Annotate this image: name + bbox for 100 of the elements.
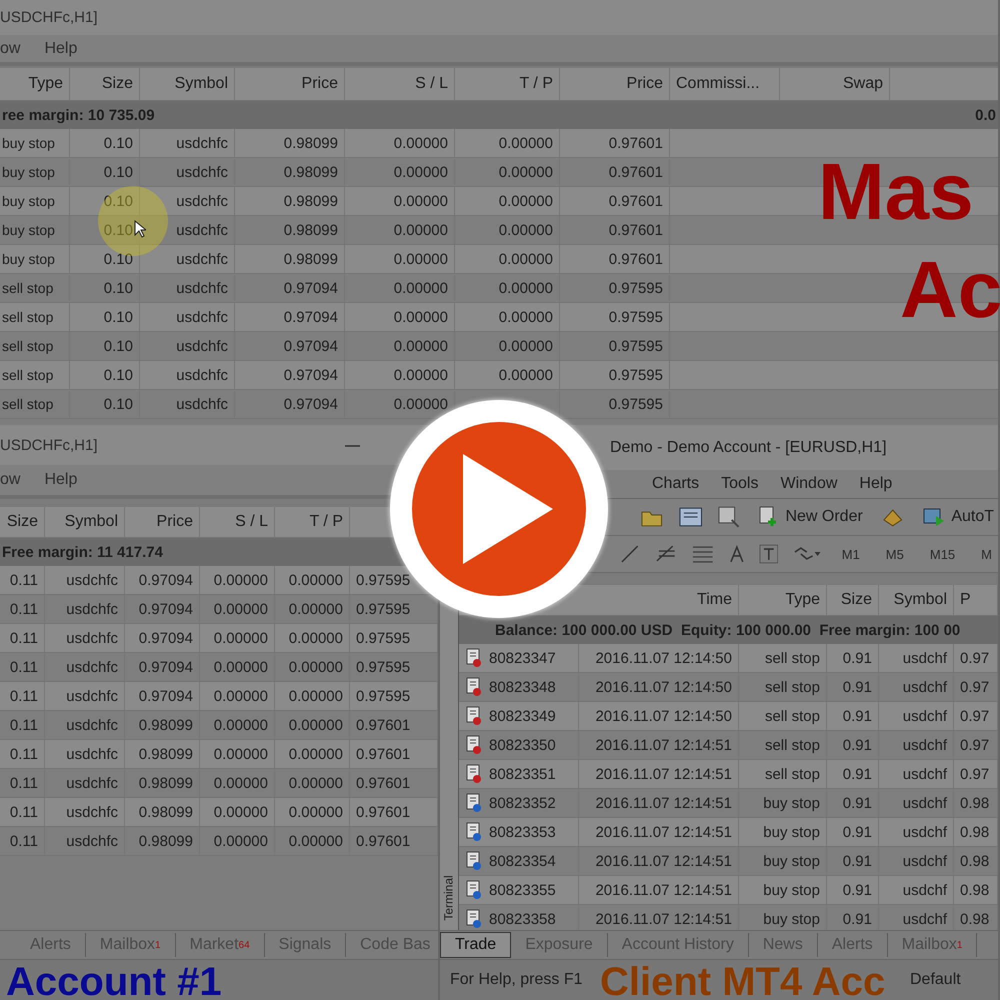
column-header[interactable]: Symbol <box>894 591 947 609</box>
column-header[interactable]: Price <box>125 507 200 537</box>
menu-item[interactable]: Tools <box>721 475 758 493</box>
table-cell: 0.97601 <box>560 245 670 273</box>
order-icon <box>465 677 483 697</box>
menu-item[interactable]: ow <box>0 40 20 58</box>
timeframe-button[interactable]: M1 <box>836 544 866 564</box>
table-cell: 80823350 <box>489 736 556 754</box>
table-cell: 0.11 <box>0 566 45 594</box>
table-cell: 0.00000 <box>275 711 350 739</box>
minimize-button[interactable]: — <box>345 436 360 454</box>
column-header[interactable]: T / P <box>455 68 560 100</box>
column-header[interactable]: Symbol <box>140 68 235 100</box>
order-icon <box>465 648 483 668</box>
column-header[interactable]: Price <box>235 68 345 100</box>
table-cell: 0.00000 <box>200 798 275 826</box>
status-text: Default <box>909 971 962 989</box>
table-cell: 0.98099 <box>125 798 200 826</box>
column-header[interactable]: Time <box>697 591 732 609</box>
table-cell: 0.91 <box>827 731 879 759</box>
table-cell: 0.00000 <box>345 361 455 389</box>
table-cell: 0.00000 <box>345 303 455 331</box>
overlay-caption: Client MT4 Acc <box>600 962 886 1000</box>
column-header[interactable]: Commissi... <box>670 68 780 100</box>
order-icon <box>465 735 483 755</box>
table-cell: 0.91 <box>827 760 879 788</box>
menu-item[interactable]: Window <box>780 475 838 493</box>
menu-item[interactable]: Help <box>44 471 78 489</box>
table-cell: 2016.11.07 12:14:51 <box>579 760 739 788</box>
table-cell: 0.00000 <box>455 158 560 186</box>
column-header[interactable]: P <box>960 591 971 609</box>
table-cell: 0.00000 <box>345 216 455 244</box>
table-cell: 0.98 <box>954 818 998 846</box>
table-cell: 0.97094 <box>235 332 345 360</box>
timeframe-button[interactable]: M5 <box>880 544 910 564</box>
column-header[interactable]: S / L <box>345 68 455 100</box>
table-cell: 2016.11.07 12:14:51 <box>579 789 739 817</box>
table-cell: 0.00000 <box>200 653 275 681</box>
table-cell: 0.00000 <box>275 653 350 681</box>
table-cell: 0.11 <box>0 769 45 797</box>
table-cell: 0.00000 <box>275 566 350 594</box>
menu-item[interactable]: ow <box>0 471 20 489</box>
table-cell: 0.97094 <box>125 566 200 594</box>
table-cell: usdchfc <box>140 245 235 273</box>
table-cell: 0.98099 <box>125 740 200 768</box>
column-header[interactable]: Size <box>840 591 872 609</box>
order-icon <box>465 706 483 726</box>
column-header[interactable]: Type <box>785 591 820 609</box>
table-cell: 0.10 <box>70 129 140 157</box>
table-cell: 0.00000 <box>345 129 455 157</box>
table-cell: 80823355 <box>489 882 556 898</box>
table-cell: 0.11 <box>0 798 45 826</box>
column-header[interactable]: Size <box>0 507 45 537</box>
table-cell: 2016.11.07 12:14:51 <box>579 876 739 904</box>
table-cell: 0.97601 <box>350 827 438 855</box>
timeframe-button[interactable]: M15 <box>924 544 962 564</box>
table-cell: 0.97595 <box>560 274 670 302</box>
table-cell: usdchfc <box>45 798 125 826</box>
table-cell: buy stop <box>0 245 70 273</box>
table-cell: 0.11 <box>0 595 45 623</box>
column-header[interactable]: T / P <box>275 507 350 537</box>
table-cell: 80823348 <box>489 678 556 696</box>
column-header[interactable]: S / L <box>200 507 275 537</box>
table-cell: 0.00000 <box>200 624 275 652</box>
table-cell: 0.97094 <box>125 653 200 681</box>
window-title: Demo - Demo Account - [EURUSD,H1] <box>610 438 887 456</box>
table-cell: sell stop <box>739 673 827 701</box>
table-cell: sell stop <box>739 644 827 672</box>
text-tool-icon <box>728 545 745 563</box>
menu-item[interactable]: Charts <box>652 475 700 493</box>
table-cell: 0.11 <box>0 740 45 768</box>
table-cell: 0.97595 <box>560 361 670 389</box>
column-header[interactable]: Type <box>0 68 70 100</box>
column-header[interactable]: Swap <box>780 68 890 100</box>
table-cell: 80823358 <box>489 910 556 928</box>
table-cell: 0.10 <box>70 390 140 418</box>
table-cell: usdchfc <box>140 361 235 389</box>
column-header[interactable]: Size <box>70 68 140 100</box>
new-order-button[interactable]: New Order <box>754 504 867 530</box>
menu-item[interactable]: Help <box>44 40 78 58</box>
tab[interactable]: Trade <box>440 932 512 958</box>
mouse-pointer-icon <box>134 220 146 238</box>
table-cell: buy stop <box>739 847 827 875</box>
order-icon <box>465 909 483 929</box>
table-cell: buy stop <box>739 876 827 904</box>
column-header[interactable]: Price <box>560 68 670 100</box>
column-header[interactable]: Symbol <box>45 507 125 537</box>
autotrading-button[interactable]: AutoT <box>918 504 998 530</box>
window-icon <box>678 505 703 529</box>
table-cell: 0.97094 <box>235 274 345 302</box>
menu-item[interactable]: Help <box>859 475 892 493</box>
order-icon <box>465 764 483 784</box>
chart-zoom-icon <box>716 505 740 529</box>
table-cell: 0.00000 <box>345 332 455 360</box>
table-cell: 0.91 <box>827 818 879 846</box>
table-cell: 0.00000 <box>200 769 275 797</box>
summary-text: Balance: 100 000.00 USD Equity: 100 000.00 Free margin: 100 00 <box>495 622 960 638</box>
table-cell: 0.97094 <box>235 390 345 418</box>
timeframe-button[interactable]: M <box>975 544 998 564</box>
table-cell: sell stop <box>739 702 827 730</box>
